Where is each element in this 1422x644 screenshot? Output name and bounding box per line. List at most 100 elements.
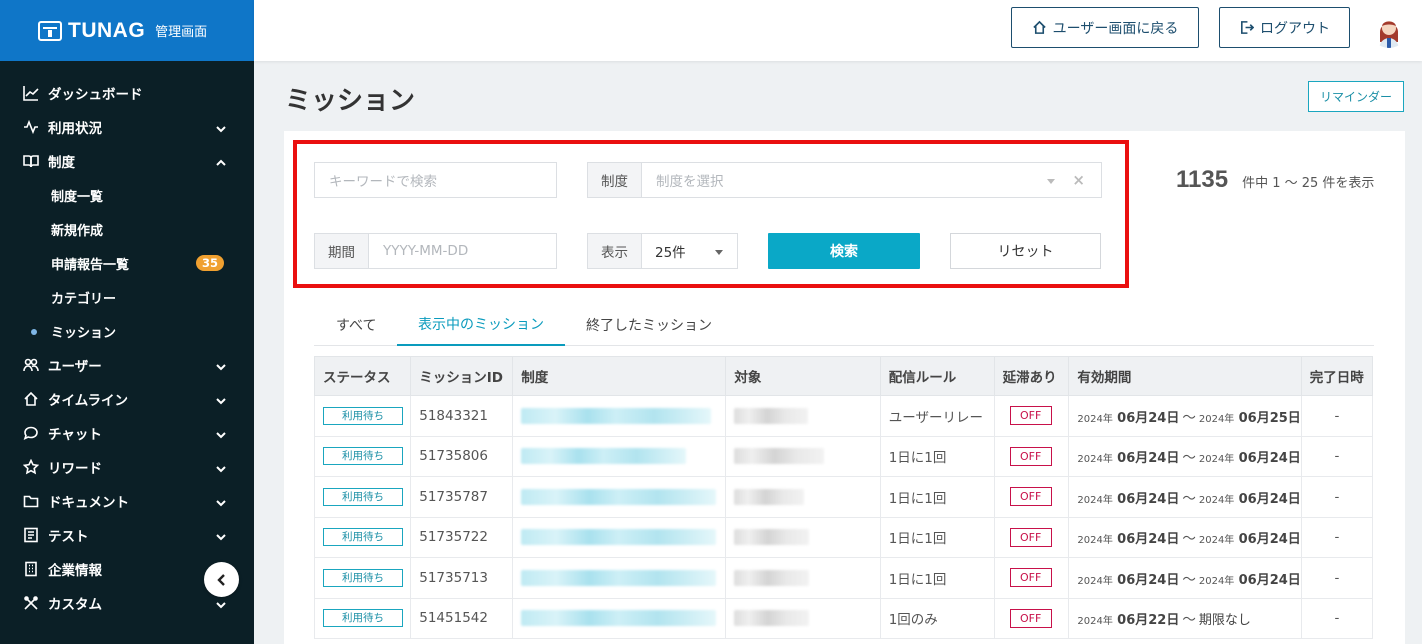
clear-icon[interactable]: ×	[1072, 171, 1085, 189]
tab-all[interactable]: すべて	[336, 303, 376, 346]
sidebar-item-dashboard[interactable]: ダッシュボード	[0, 76, 254, 110]
rule-cell: 1日に1回	[879, 435, 995, 477]
status-badge: 利用待ち	[323, 447, 403, 466]
sidebar-item-chat[interactable]: チャット	[0, 416, 254, 450]
system-select[interactable]: 制度 制度を選択 ×	[587, 162, 1102, 198]
result-count: 1135 件中 1 〜 25 件を表示	[1176, 166, 1374, 194]
tunag-logo-icon	[38, 20, 62, 41]
mission-id-cell[interactable]: 51843321	[410, 395, 514, 437]
sidebar-collapse-button[interactable]	[204, 562, 239, 597]
reset-button[interactable]: リセット	[950, 233, 1101, 269]
table-row[interactable]: 利用待ち 51735722 1日に1回 OFF 2024年 06月24日〜 2024年 0…	[313, 516, 1374, 558]
mission-id-cell[interactable]: 51735722	[410, 516, 514, 558]
overdue-cell: OFF	[993, 516, 1070, 558]
avatar[interactable]	[1370, 10, 1408, 48]
overdue-badge: OFF	[1009, 608, 1052, 628]
column-header[interactable]: 対象	[725, 356, 881, 396]
system-cell[interactable]	[512, 597, 727, 639]
completed-cell: -	[1300, 476, 1374, 518]
tab-ended-missions[interactable]: 終了したミッション	[586, 303, 712, 346]
status-badge: 利用待ち	[323, 528, 403, 547]
back-to-user-button[interactable]: ユーザー画面に戻る	[1011, 7, 1199, 48]
table-row[interactable]: 利用待ち 51735787 1日に1回 OFF 2024年 06月24日〜 2024年 0…	[313, 476, 1374, 518]
system-cell[interactable]	[512, 557, 727, 599]
table-row[interactable]: 利用待ち 51843321 ユーザーリレー OFF 2024年 06月24日〜 2024年…	[313, 395, 1374, 437]
column-header[interactable]: ステータス	[313, 356, 412, 396]
target-cell	[725, 476, 881, 518]
column-header[interactable]: 有効期間	[1068, 356, 1302, 396]
sidebar-subitem-reports[interactable]: 申請報告一覧 35	[0, 246, 254, 280]
sidebar-subitem-category[interactable]: カテゴリー	[0, 280, 254, 314]
sidebar-item-users[interactable]: ユーザー	[0, 348, 254, 382]
mission-id-cell[interactable]: 51735713	[410, 557, 514, 599]
chart-line-icon	[22, 84, 40, 102]
table-row[interactable]: 利用待ち 51735806 1日に1回 OFF 2024年 06月24日〜 2024年 0…	[313, 435, 1374, 477]
rule-cell: 1日に1回	[879, 516, 995, 558]
sidebar-item-usage[interactable]: 利用状況	[0, 110, 254, 144]
table-row[interactable]: 利用待ち 51735713 1日に1回 OFF 2024年 06月24日〜 2024年 0…	[313, 557, 1374, 599]
mission-id-cell[interactable]: 51735806	[410, 435, 514, 477]
status-cell: 利用待ち	[313, 435, 412, 477]
mission-id-cell[interactable]: 51451542	[410, 597, 514, 639]
redacted-system-name	[521, 488, 717, 505]
rule-cell: 1回のみ	[879, 597, 995, 639]
redacted-system-name	[521, 448, 687, 465]
column-header[interactable]: 延滞あり	[993, 356, 1070, 396]
logout-button[interactable]: ログアウト	[1219, 7, 1350, 48]
caret-down-icon	[1047, 179, 1055, 184]
column-header[interactable]: ミッションID	[410, 356, 514, 396]
chevron-down-icon	[216, 530, 226, 541]
chat-icon	[22, 424, 40, 442]
target-cell	[725, 597, 881, 639]
search-button[interactable]: 検索	[768, 233, 920, 269]
system-cell[interactable]	[512, 516, 727, 558]
period-input[interactable]: 期間 YYYY-MM-DD	[314, 233, 557, 269]
display-count-value: 25件	[655, 245, 686, 261]
avatar-illustration	[1370, 10, 1408, 48]
sidebar-subitem-new[interactable]: 新規作成	[0, 212, 254, 246]
overdue-badge: OFF	[1009, 446, 1052, 466]
tab-active-missions[interactable]: 表示中のミッション	[397, 303, 565, 346]
completed-cell: -	[1300, 435, 1374, 477]
sidebar-item-document[interactable]: ドキュメント	[0, 484, 254, 518]
completed-cell: -	[1300, 557, 1374, 599]
rule-cell: 1日に1回	[879, 557, 995, 599]
redacted-target	[734, 488, 805, 505]
checklist-icon	[22, 526, 40, 544]
page-title: ミッション	[285, 86, 416, 116]
system-cell[interactable]	[512, 435, 727, 477]
redacted-target	[734, 529, 810, 546]
sidebar-item-timeline[interactable]: タイムライン	[0, 382, 254, 416]
sidebar-subitem-mission[interactable]: ミッション	[0, 314, 254, 348]
logout-icon	[1241, 21, 1254, 34]
period-cell: 2024年 06月24日〜 2024年 06月24日	[1068, 516, 1302, 558]
status-badge: 利用待ち	[323, 406, 403, 425]
logo-bar[interactable]: TUNAG 管理画面	[0, 0, 254, 61]
system-cell[interactable]	[512, 395, 727, 437]
chevron-down-icon	[216, 428, 226, 439]
building-icon	[22, 560, 40, 578]
completed-cell: -	[1300, 597, 1374, 639]
system-cell[interactable]	[512, 476, 727, 518]
mission-table: ステータス ミッションID 制度 対象 配信ルール 延滞あり 有効期間 完了日時…	[313, 356, 1374, 639]
column-header[interactable]: 配信ルール	[879, 356, 995, 396]
keyword-search-input[interactable]: キーワードで検索	[314, 162, 557, 198]
table-row[interactable]: 利用待ち 51451542 1回のみ OFF 2024年 06月22日〜期限なし -	[313, 597, 1374, 639]
column-header[interactable]: 完了日時	[1300, 356, 1374, 396]
sidebar-item-reward[interactable]: リワード	[0, 450, 254, 484]
redacted-target	[734, 407, 809, 424]
mission-id-cell[interactable]: 51735787	[410, 476, 514, 518]
status-cell: 利用待ち	[313, 557, 412, 599]
sidebar-item-system[interactable]: 制度	[0, 144, 254, 178]
sidebar-subitem-system-list[interactable]: 制度一覧	[0, 178, 254, 212]
target-cell	[725, 435, 881, 477]
sidebar-item-test[interactable]: テスト	[0, 518, 254, 552]
reminder-button[interactable]: リマインダー	[1308, 81, 1404, 112]
overdue-badge: OFF	[1009, 568, 1052, 588]
overdue-badge: OFF	[1009, 487, 1052, 507]
display-count-select[interactable]: 表示 25件	[587, 233, 738, 269]
redacted-system-name	[521, 407, 712, 424]
column-header[interactable]: 制度	[512, 356, 727, 396]
status-cell: 利用待ち	[313, 476, 412, 518]
brand-name: TUNAG	[68, 18, 146, 42]
